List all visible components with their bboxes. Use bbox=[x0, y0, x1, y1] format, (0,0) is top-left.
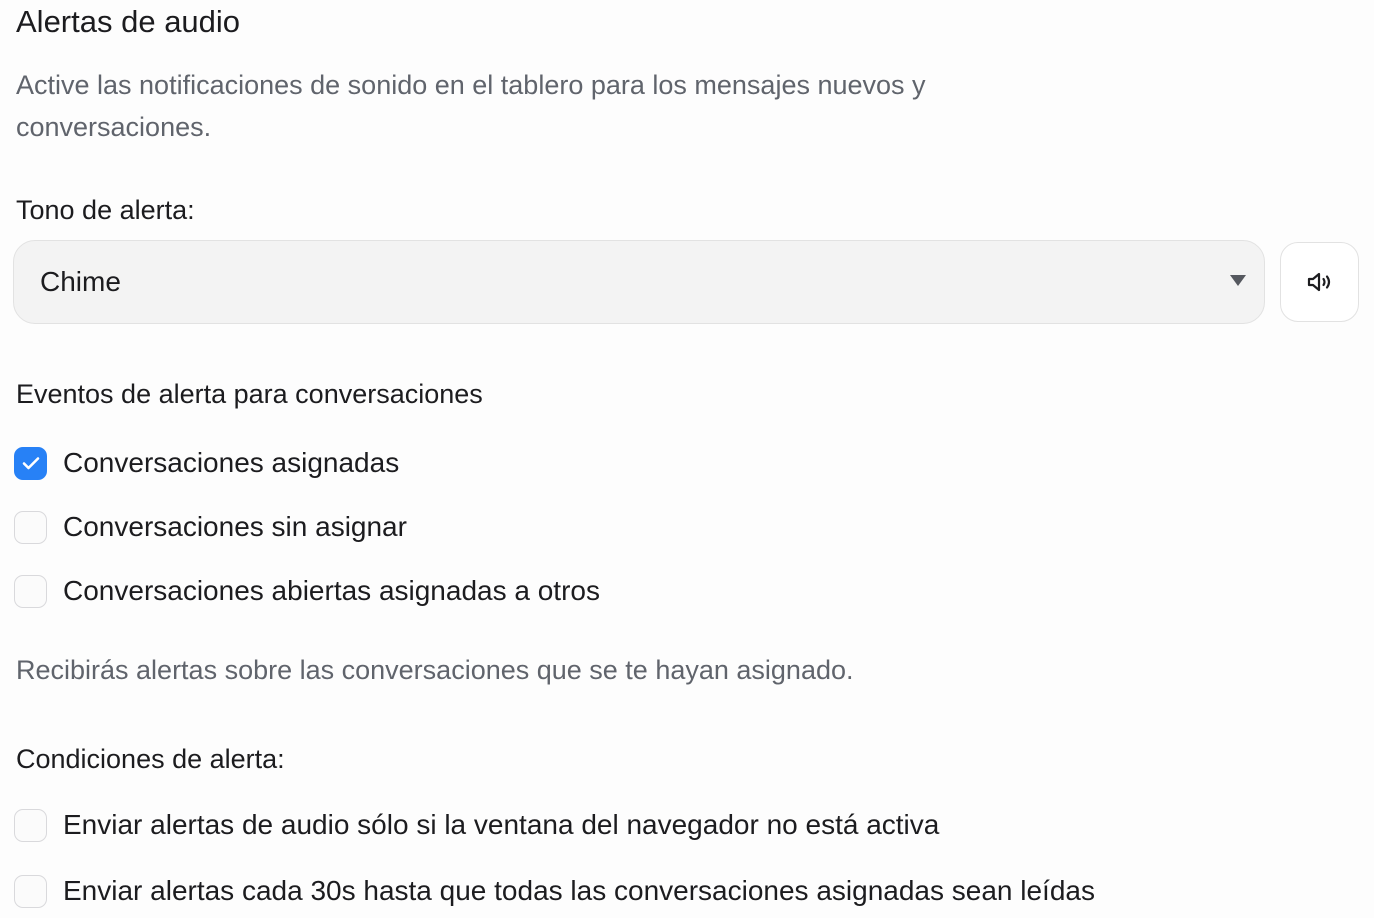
checkbox-label: Conversaciones abiertas asignadas a otro… bbox=[63, 575, 600, 606]
alert-conditions-label: Condiciones de alerta: bbox=[16, 744, 285, 774]
alert-events-label: Eventos de alerta para conversaciones bbox=[16, 379, 483, 409]
checkbox-open-assigned-to-others[interactable]: Conversaciones abiertas asignadas a otro… bbox=[14, 574, 600, 608]
checkbox-unassigned-conversations[interactable]: Conversaciones sin asignar bbox=[14, 510, 407, 544]
section-title: Alertas de audio bbox=[16, 4, 241, 39]
alert-tone-label: Tono de alerta: bbox=[16, 195, 195, 225]
checkbox[interactable] bbox=[14, 808, 47, 842]
checkbox-label: Conversaciones sin asignar bbox=[63, 511, 407, 542]
checkbox-repeat-every-30s[interactable]: Enviar alertas cada 30s hasta que todas … bbox=[14, 874, 1095, 908]
audio-alerts-settings: Alertas de audio Active las notificacion… bbox=[0, 0, 1374, 918]
section-description: Active las notificaciones de sonido en e… bbox=[16, 70, 926, 142]
checkbox-only-when-inactive[interactable]: Enviar alertas de audio sólo si la venta… bbox=[14, 808, 939, 842]
check-icon bbox=[22, 457, 39, 470]
checkbox[interactable] bbox=[14, 574, 47, 608]
checkbox-label: Enviar alertas cada 30s hasta que todas … bbox=[63, 875, 1095, 906]
play-tone-button[interactable] bbox=[1280, 242, 1359, 322]
checkbox[interactable] bbox=[14, 874, 47, 908]
alert-tone-selected-value: Chime bbox=[40, 266, 121, 297]
speaker-icon bbox=[1307, 272, 1330, 292]
alert-events-hint: Recibirás alertas sobre las conversacion… bbox=[16, 655, 854, 685]
checkbox[interactable] bbox=[14, 446, 47, 480]
checkbox-label: Conversaciones asignadas bbox=[63, 447, 400, 478]
checkbox-label: Enviar alertas de audio sólo si la venta… bbox=[63, 809, 940, 840]
checkbox-assigned-conversations[interactable]: Conversaciones asignadas bbox=[14, 446, 399, 480]
alert-tone-select[interactable]: Chime bbox=[13, 240, 1265, 324]
caret-down-icon bbox=[1230, 275, 1246, 286]
checkbox[interactable] bbox=[14, 510, 47, 544]
